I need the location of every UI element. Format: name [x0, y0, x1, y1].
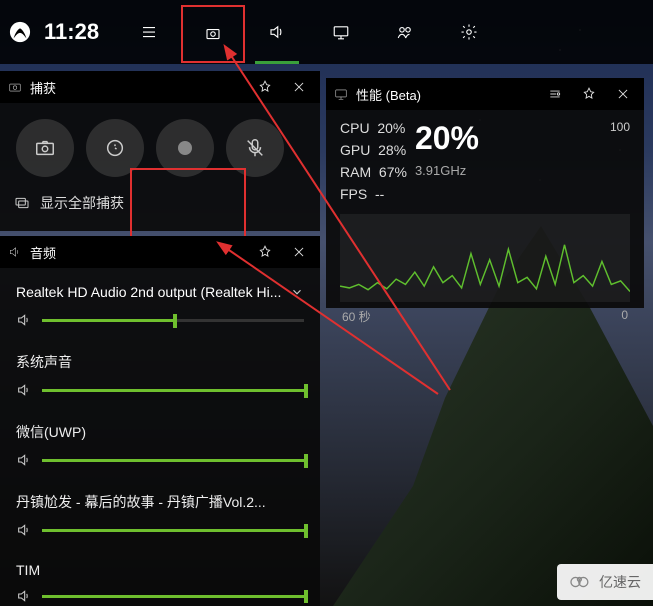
master-volume-slider[interactable]: [16, 306, 304, 338]
performance-panel: 性能 (Beta) CPU 20% GPU 28% RAM 67% FPS --…: [326, 78, 644, 308]
mixer-app-label: 系统声音: [16, 338, 304, 376]
audio-title: 音频: [30, 243, 56, 262]
pin-button[interactable]: [252, 74, 278, 100]
perf-header: 性能 (Beta): [326, 78, 644, 110]
game-bar: 11:28: [0, 0, 653, 64]
speaker-icon: [8, 245, 22, 259]
performance-button[interactable]: [309, 0, 373, 64]
watermark: 亿速云: [557, 564, 653, 600]
capture-title: 捕获: [30, 78, 56, 97]
audio-button[interactable]: [245, 0, 309, 64]
mixer-volume-slider[interactable]: [16, 516, 304, 548]
xbox-logo[interactable]: [0, 21, 40, 43]
xbox-social-button[interactable]: [373, 0, 437, 64]
record-last-button[interactable]: [86, 119, 144, 177]
mixer-volume-slider[interactable]: [16, 582, 304, 603]
speaker-icon: [16, 522, 32, 538]
speaker-icon: [16, 452, 32, 468]
perf-title: 性能 (Beta): [356, 85, 421, 104]
mixer-volume-slider[interactable]: [16, 446, 304, 478]
audio-header: 音频: [0, 236, 320, 268]
pin-button[interactable]: [252, 239, 278, 265]
camera-icon: [8, 80, 22, 94]
close-button[interactable]: [286, 74, 312, 100]
monitor-icon: [334, 87, 348, 101]
settings-button[interactable]: [437, 0, 501, 64]
perf-freq: 3.91GHz: [415, 163, 630, 178]
perf-ymax: 100: [610, 120, 630, 134]
show-all-captures[interactable]: 显示全部捕获: [0, 193, 320, 225]
pin-button[interactable]: [576, 81, 602, 107]
perf-metrics: CPU 20% GPU 28% RAM 67% FPS --: [340, 120, 407, 202]
audio-panel: 音频 Realtek HD Audio 2nd output (Realtek …: [0, 236, 320, 606]
mixer-volume-slider[interactable]: [16, 376, 304, 408]
mic-toggle-button[interactable]: [226, 119, 284, 177]
capture-panel: 捕获 显示全部捕获: [0, 71, 320, 231]
perf-big-value: 20%: [415, 120, 630, 157]
screenshot-button[interactable]: [16, 119, 74, 177]
capture-header: 捕获: [0, 71, 320, 103]
close-button[interactable]: [286, 239, 312, 265]
perf-xlabel: 60 秒: [342, 308, 371, 325]
capture-button[interactable]: [181, 5, 245, 63]
output-device-select[interactable]: Realtek HD Audio 2nd output (Realtek Hi.…: [16, 278, 304, 306]
mixer-app-label: TIM: [16, 548, 304, 582]
chevron-down-icon: [290, 285, 304, 299]
speaker-icon: [16, 312, 32, 328]
speaker-icon: [16, 382, 32, 398]
speaker-icon: [16, 588, 32, 603]
mixer-app-label: 微信(UWP): [16, 408, 304, 446]
perf-graph: [340, 214, 630, 302]
close-button[interactable]: [610, 81, 636, 107]
perf-ymin: 0: [621, 308, 628, 325]
widgets-menu-button[interactable]: [117, 0, 181, 64]
clock: 11:28: [44, 19, 99, 45]
mixer-app-label: 丹镇尬发 - 幕后的故事 - 丹镇广播Vol.2...: [16, 478, 304, 516]
record-button[interactable]: [156, 119, 214, 177]
perf-options-button[interactable]: [542, 81, 568, 107]
